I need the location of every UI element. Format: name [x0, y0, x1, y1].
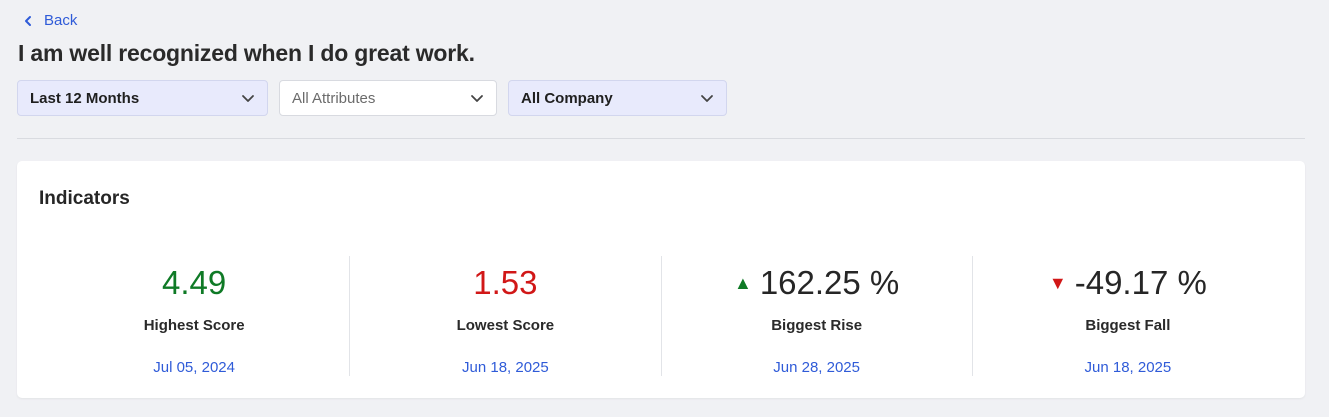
metric-label: Biggest Fall	[1085, 317, 1171, 334]
scope-select[interactable]: All Company	[508, 80, 727, 116]
indicators-title: Indicators	[39, 188, 130, 209]
chevron-left-icon	[25, 15, 31, 26]
metric-value-text: 1.53	[473, 264, 538, 301]
metric-date-link[interactable]: Jun 28, 2025	[662, 359, 972, 376]
metric-value: ▼ -49.17 %	[973, 263, 1283, 303]
period-select[interactable]: Last 12 Months	[17, 80, 268, 116]
scope-select-value: All Company	[521, 89, 613, 107]
period-select-value: Last 12 Months	[30, 89, 140, 107]
metric-lowest-score: 1.53 Lowest Score Jun 18, 2025	[350, 256, 662, 376]
indicators-metrics: 4.49 Highest Score Jul 05, 2024 1.53 Low…	[39, 256, 1283, 376]
indicators-card: Indicators 4.49 Highest Score Jul 05, 20…	[17, 161, 1305, 398]
back-label: Back	[44, 12, 78, 29]
section-divider	[17, 138, 1305, 139]
metric-biggest-fall: ▼ -49.17 % Biggest Fall Jun 18, 2025	[973, 256, 1283, 376]
metric-label: Lowest Score	[456, 317, 555, 334]
attributes-select[interactable]: All Attributes	[279, 80, 497, 116]
metric-value: 1.53	[350, 263, 660, 303]
metric-highest-score: 4.49 Highest Score Jul 05, 2024	[39, 256, 351, 376]
chevron-down-icon	[701, 95, 713, 102]
metric-value-text: -49.17 %	[1074, 264, 1207, 301]
metric-value: 4.49	[39, 263, 349, 303]
metric-biggest-rise: ▲ 162.25 % Biggest Rise Jun 28, 2025	[662, 256, 973, 376]
triangle-up-icon: ▲	[733, 273, 752, 293]
metric-label: Highest Score	[143, 317, 245, 334]
chevron-down-icon	[242, 95, 254, 102]
chevron-down-icon	[471, 95, 483, 102]
triangle-down-icon: ▼	[1048, 273, 1067, 293]
metric-value-text: 162.25 %	[759, 264, 900, 301]
filter-bar: Last 12 Months All Attributes All Compan…	[17, 80, 727, 116]
metric-label: Biggest Rise	[771, 317, 863, 334]
metric-value-text: 4.49	[162, 264, 227, 301]
attributes-select-placeholder: All Attributes	[292, 89, 376, 107]
metric-value: ▲ 162.25 %	[662, 263, 972, 303]
metric-date-link[interactable]: Jul 05, 2024	[39, 359, 349, 376]
back-link[interactable]: Back	[22, 12, 77, 29]
metric-date-link[interactable]: Jun 18, 2025	[973, 359, 1283, 376]
metric-date-link[interactable]: Jun 18, 2025	[350, 359, 660, 376]
page-title: I am well recognized when I do great wor…	[18, 40, 475, 66]
